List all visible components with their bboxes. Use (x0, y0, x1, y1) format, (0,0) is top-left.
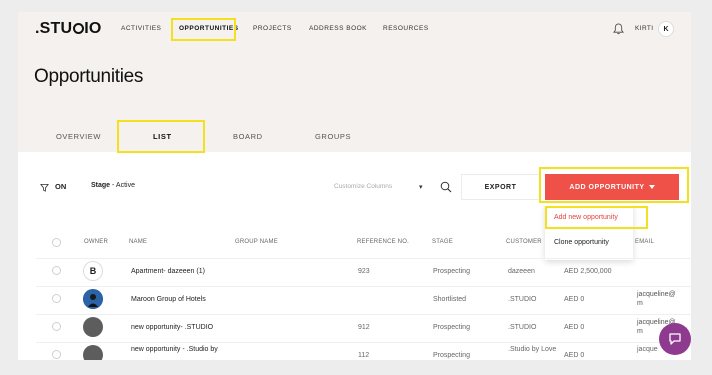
reference-no: 912 (358, 324, 370, 331)
search-icon[interactable] (440, 181, 452, 193)
top-navigation: .STU IO ACTIVITIES OPPORTUNITIES PROJECTS… (18, 12, 691, 48)
add-opportunity-menu: Add new opportunity Clone opportunity (545, 204, 633, 260)
export-button[interactable]: EXPORT (461, 174, 540, 200)
column-header-email[interactable]: EMAIL (635, 239, 654, 245)
column-header-reference-no[interactable]: REFERENCE NO. (357, 239, 409, 245)
row-divider (36, 286, 691, 287)
reference-no: 923 (358, 268, 370, 275)
nav-opportunities[interactable]: OPPORTUNITIES (179, 25, 239, 32)
owner-avatar (83, 317, 103, 337)
stage: Prospecting (433, 324, 470, 331)
stage: Prospecting (433, 352, 470, 359)
tab-groups[interactable]: GROUPS (315, 132, 351, 141)
person-photo-icon (83, 289, 103, 309)
nav-activities[interactable]: ACTIVITIES (121, 25, 161, 32)
deal-value: AED 0 (564, 324, 585, 331)
user-name[interactable]: KIRTI (635, 25, 654, 32)
row-divider (36, 342, 691, 343)
user-avatar[interactable]: K (658, 21, 674, 37)
opportunity-name[interactable]: new opportunity - .Studio by (131, 346, 218, 353)
deal-value: AED 2,500,000 (564, 268, 612, 275)
deal-value: AED 0 (564, 352, 585, 359)
tab-list[interactable]: LIST (153, 132, 172, 141)
bell-icon[interactable] (613, 23, 624, 35)
customer: .STUDIO (508, 324, 537, 331)
select-all-checkbox[interactable] (52, 238, 61, 247)
menu-clone-opportunity[interactable]: Clone opportunity (554, 239, 609, 246)
row-checkbox[interactable] (52, 266, 61, 275)
filter-icon[interactable] (40, 183, 49, 192)
tab-overview[interactable]: OVERVIEW (56, 132, 101, 141)
email: jacque (637, 346, 658, 353)
menu-add-new-opportunity[interactable]: Add new opportunity (554, 214, 618, 221)
tab-board[interactable]: BOARD (233, 132, 263, 141)
app-frame: .STU IO ACTIVITIES OPPORTUNITIES PROJECTS… (18, 12, 691, 360)
customer: .STUDIO (508, 296, 537, 303)
nav-projects[interactable]: PROJECTS (253, 25, 292, 32)
add-opportunity-label: ADD OPPORTUNITY (569, 183, 645, 191)
row-checkbox[interactable] (52, 350, 61, 359)
stage: Prospecting (433, 268, 470, 275)
customize-columns-select[interactable]: Customize Columns (334, 183, 392, 190)
chevron-down-icon[interactable]: ▾ (419, 183, 423, 191)
logo-o (73, 23, 85, 34)
nav-address-book[interactable]: ADDRESS BOOK (309, 25, 367, 32)
customer: .Studio by Love (508, 346, 557, 353)
row-divider (36, 258, 691, 259)
column-header-group-name[interactable]: GROUP NAME (235, 239, 278, 245)
opportunity-name[interactable]: Maroon Group of Hotels (131, 296, 206, 303)
row-checkbox[interactable] (52, 322, 61, 331)
stage: Shortlisted (433, 296, 467, 303)
logo[interactable]: .STU IO (35, 20, 102, 38)
owner-avatar (83, 345, 103, 360)
email: jacqueline@ m (637, 291, 676, 307)
nav-resources[interactable]: RESOURCES (383, 25, 429, 32)
customer: dazeeen (508, 268, 535, 275)
column-header-owner[interactable]: OWNER (84, 239, 108, 245)
column-header-name[interactable]: NAME (129, 239, 147, 245)
chat-icon (669, 333, 681, 345)
opportunity-name[interactable]: Apartment- dazeeen (1) (131, 268, 205, 275)
reference-no: 112 (358, 352, 370, 359)
opportunity-name[interactable]: new opportunity- .STUDIO (131, 324, 213, 331)
row-checkbox[interactable] (52, 294, 61, 303)
chat-button[interactable] (659, 323, 691, 355)
row-divider (36, 314, 691, 315)
stage-filter[interactable]: Stage - Active (91, 182, 135, 189)
page-title: Opportunities (34, 66, 144, 87)
column-header-customer[interactable]: CUSTOMER (506, 239, 542, 245)
page-header: Opportunities OVERVIEW LIST BOARD GROUPS (18, 48, 691, 152)
add-opportunity-button[interactable]: ADD OPPORTUNITY (545, 174, 679, 200)
chevron-down-icon (648, 185, 655, 189)
filter-toggle[interactable]: ON (55, 182, 66, 191)
owner-avatar (83, 289, 103, 309)
owner-avatar: B (83, 261, 103, 281)
column-header-stage[interactable]: STAGE (432, 239, 453, 245)
deal-value: AED 0 (564, 296, 585, 303)
